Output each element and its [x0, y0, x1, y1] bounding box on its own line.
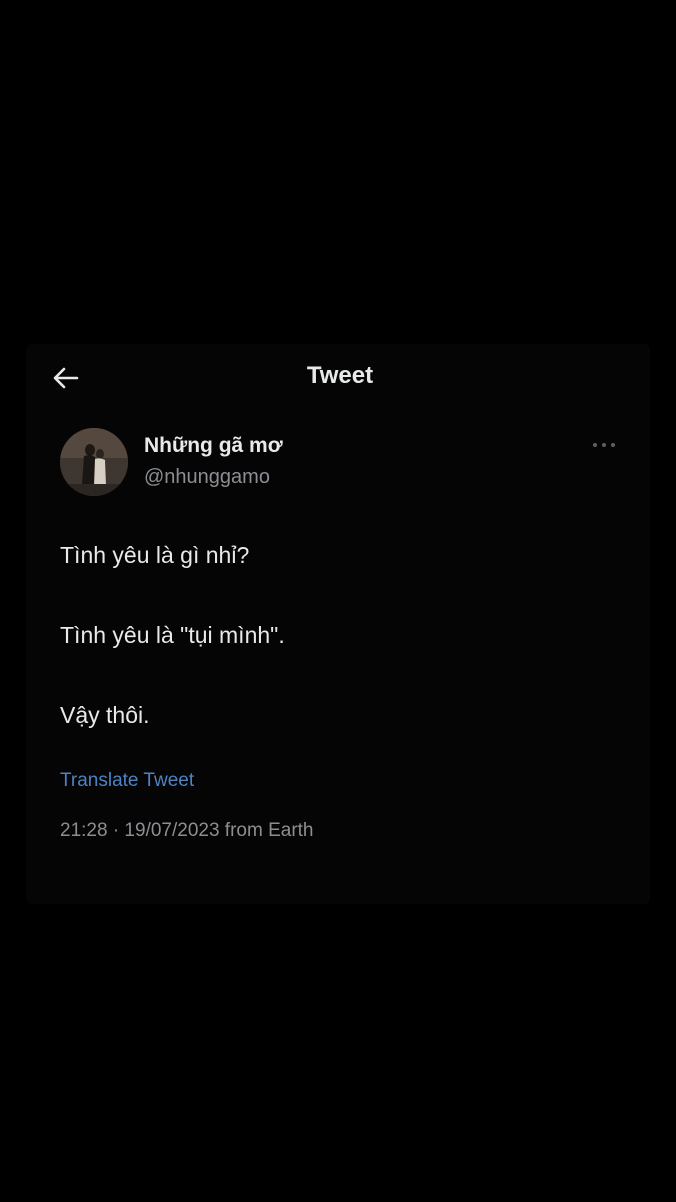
tweet-timestamp: 21:28 · 19/07/2023 from Earth — [60, 820, 314, 841]
more-horizontal-icon — [593, 443, 615, 447]
more-options-button[interactable] — [592, 438, 616, 452]
tweet-card: Tweet Những gã mơ @nhunggamo Tình yêu là… — [26, 344, 650, 904]
translate-tweet-link[interactable]: Translate Tweet — [60, 770, 194, 792]
tweet-text-line: Tình yêu là "tụi mình". — [60, 622, 285, 648]
tweet-header: Tweet — [26, 344, 650, 412]
avatar[interactable] — [60, 428, 128, 496]
avatar-photo — [60, 428, 128, 496]
page-title: Tweet — [306, 362, 374, 389]
author-handle[interactable]: @nhunggamo — [144, 466, 270, 489]
tweet-text-line: Vậy thôi. — [60, 702, 150, 728]
tweet-text-line: Tình yêu là gì nhỉ? — [60, 542, 250, 568]
author-display-name[interactable]: Những gã mơ — [144, 434, 283, 458]
